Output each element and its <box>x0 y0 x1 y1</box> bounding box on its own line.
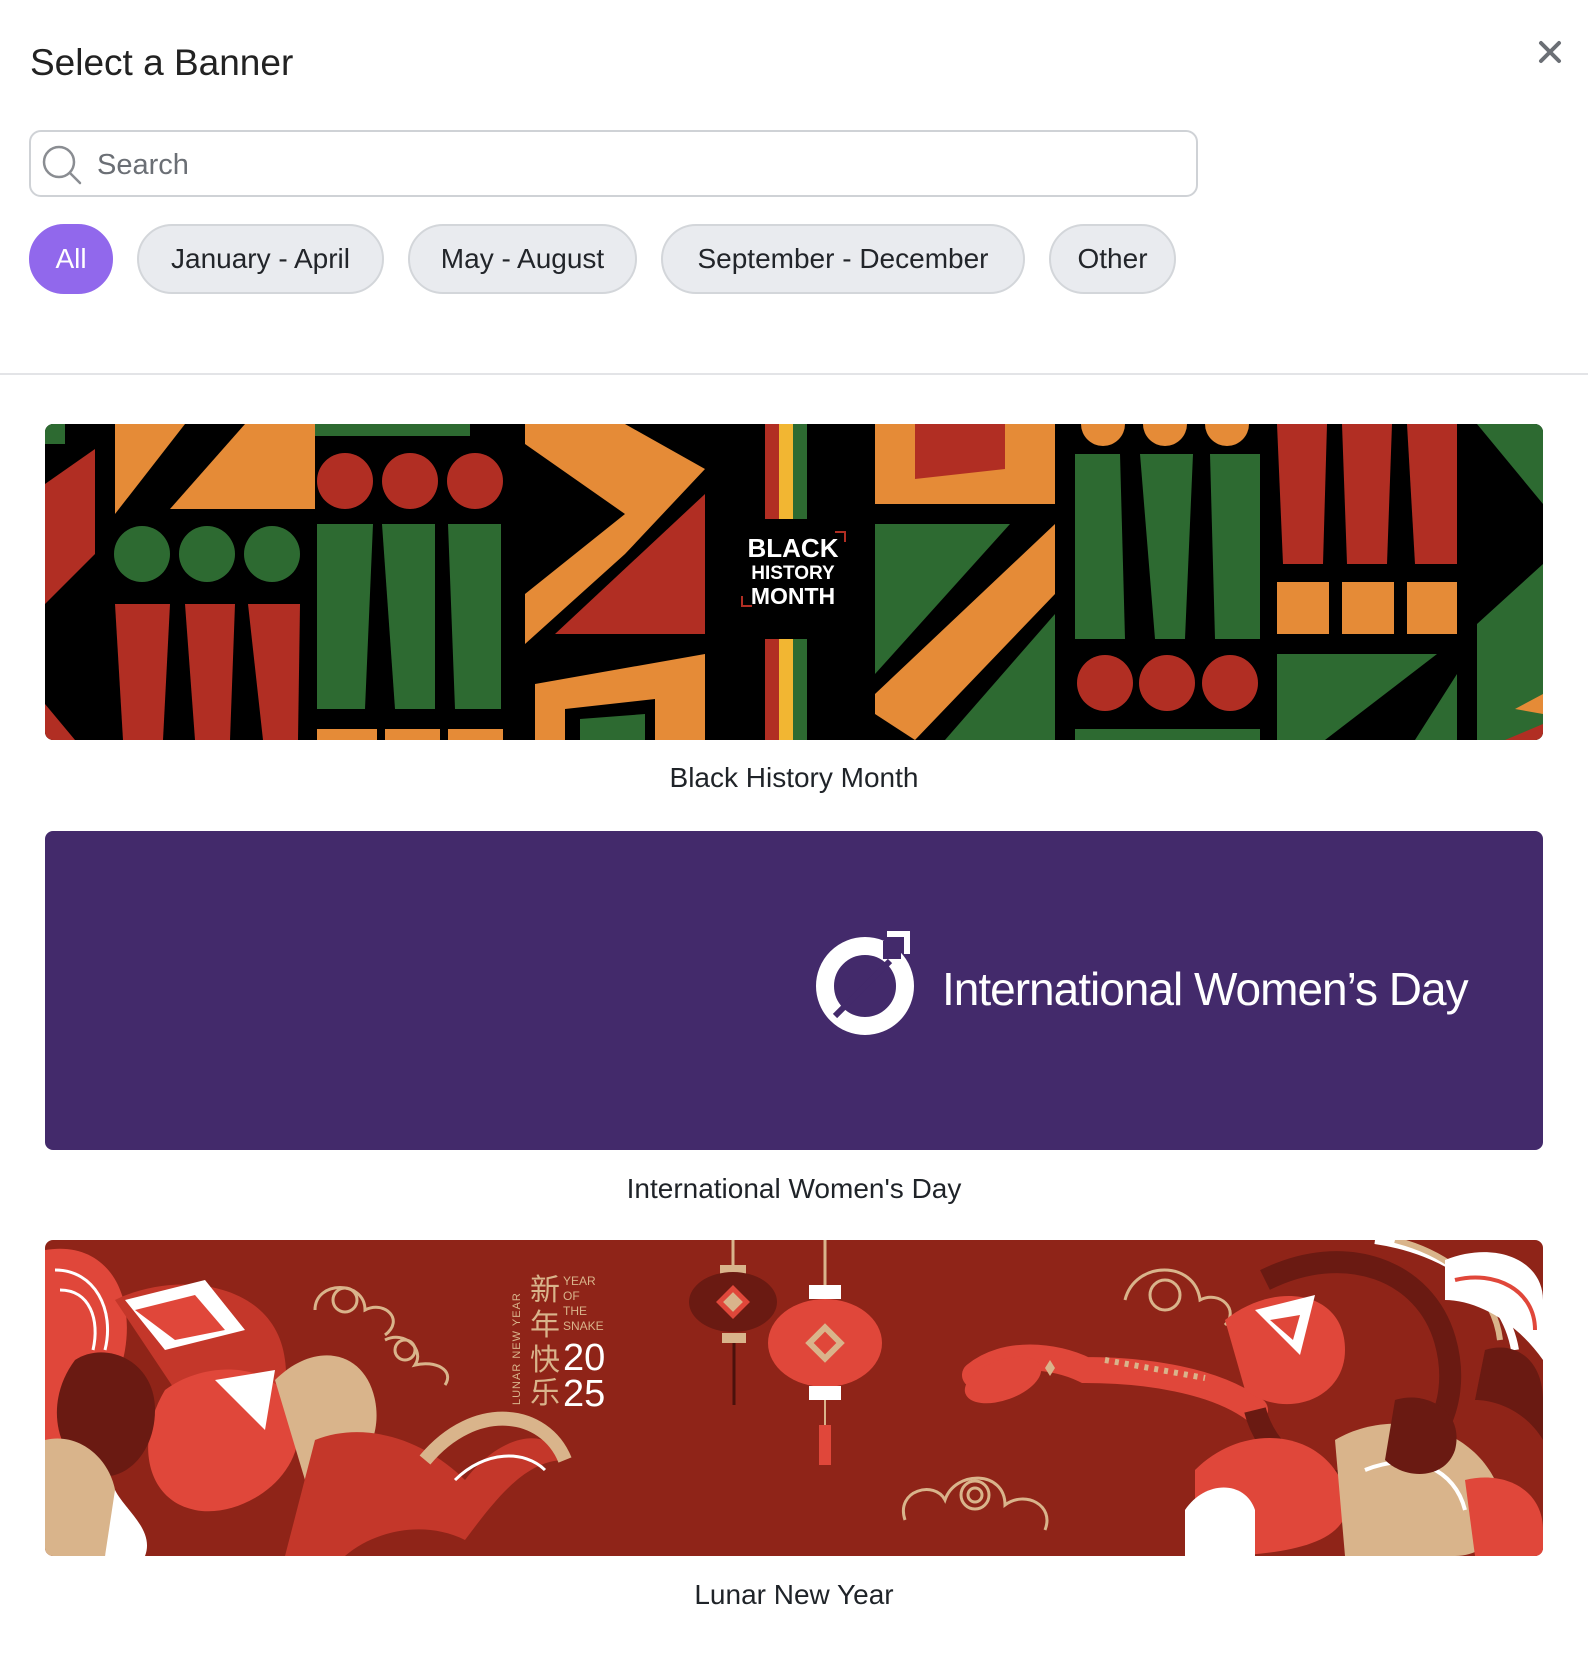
search-icon <box>42 145 82 185</box>
lny-year-of-2: OF <box>563 1289 580 1303</box>
filter-january-april[interactable]: January - April <box>137 224 384 294</box>
banner-black-history-month[interactable]: BLACK HISTORY MONTH <box>45 424 1543 740</box>
black-history-month-artwork: BLACK HISTORY MONTH <box>45 424 1543 740</box>
bhm-line-2: HISTORY <box>751 563 835 584</box>
banner-caption: International Women's Day <box>626 1173 962 1204</box>
banner-international-womens-day[interactable]: International Women’s Day <box>45 831 1543 1150</box>
lny-year-bottom: 25 <box>563 1373 605 1415</box>
banner-caption: Lunar New Year <box>694 1579 894 1610</box>
lny-char-1: 新 <box>530 1273 560 1308</box>
lny-year-of-4: SNAKE <box>563 1319 604 1333</box>
banner-lunar-new-year[interactable]: LUNAR NEW YEAR 新 年 快 乐 YEAR OF THE SNAKE… <box>45 1240 1543 1556</box>
lny-year-of-3: THE <box>563 1304 587 1318</box>
bhm-line-1: BLACK <box>748 533 839 563</box>
iwd-logo-text: International Women’s Day <box>942 963 1469 1015</box>
lny-vertical-text: LUNAR NEW YEAR <box>511 1292 523 1405</box>
close-icon[interactable] <box>1530 32 1570 72</box>
lny-char-4: 乐 <box>530 1376 560 1411</box>
lny-char-2: 年 <box>530 1308 560 1343</box>
lunar-new-year-artwork: LUNAR NEW YEAR 新 年 快 乐 YEAR OF THE SNAKE… <box>45 1240 1543 1556</box>
filter-other[interactable]: Other <box>1049 224 1176 294</box>
banner-picker-modal: Select a Banner All January - April May … <box>0 0 1588 1654</box>
international-womens-day-artwork: International Women’s Day <box>45 831 1543 1150</box>
divider <box>0 373 1588 375</box>
filter-all[interactable]: All <box>29 224 113 294</box>
banner-caption: Black History Month <box>669 762 919 793</box>
search-box[interactable] <box>29 130 1198 197</box>
filter-september-december[interactable]: September - December <box>661 224 1025 294</box>
search-input[interactable] <box>95 140 1179 190</box>
bhm-line-3: MONTH <box>751 583 835 609</box>
modal-title: Select a Banner <box>30 42 294 83</box>
filter-may-august[interactable]: May - August <box>408 224 637 294</box>
lny-char-3: 快 <box>530 1343 560 1378</box>
lny-year-of-1: YEAR <box>563 1274 596 1288</box>
